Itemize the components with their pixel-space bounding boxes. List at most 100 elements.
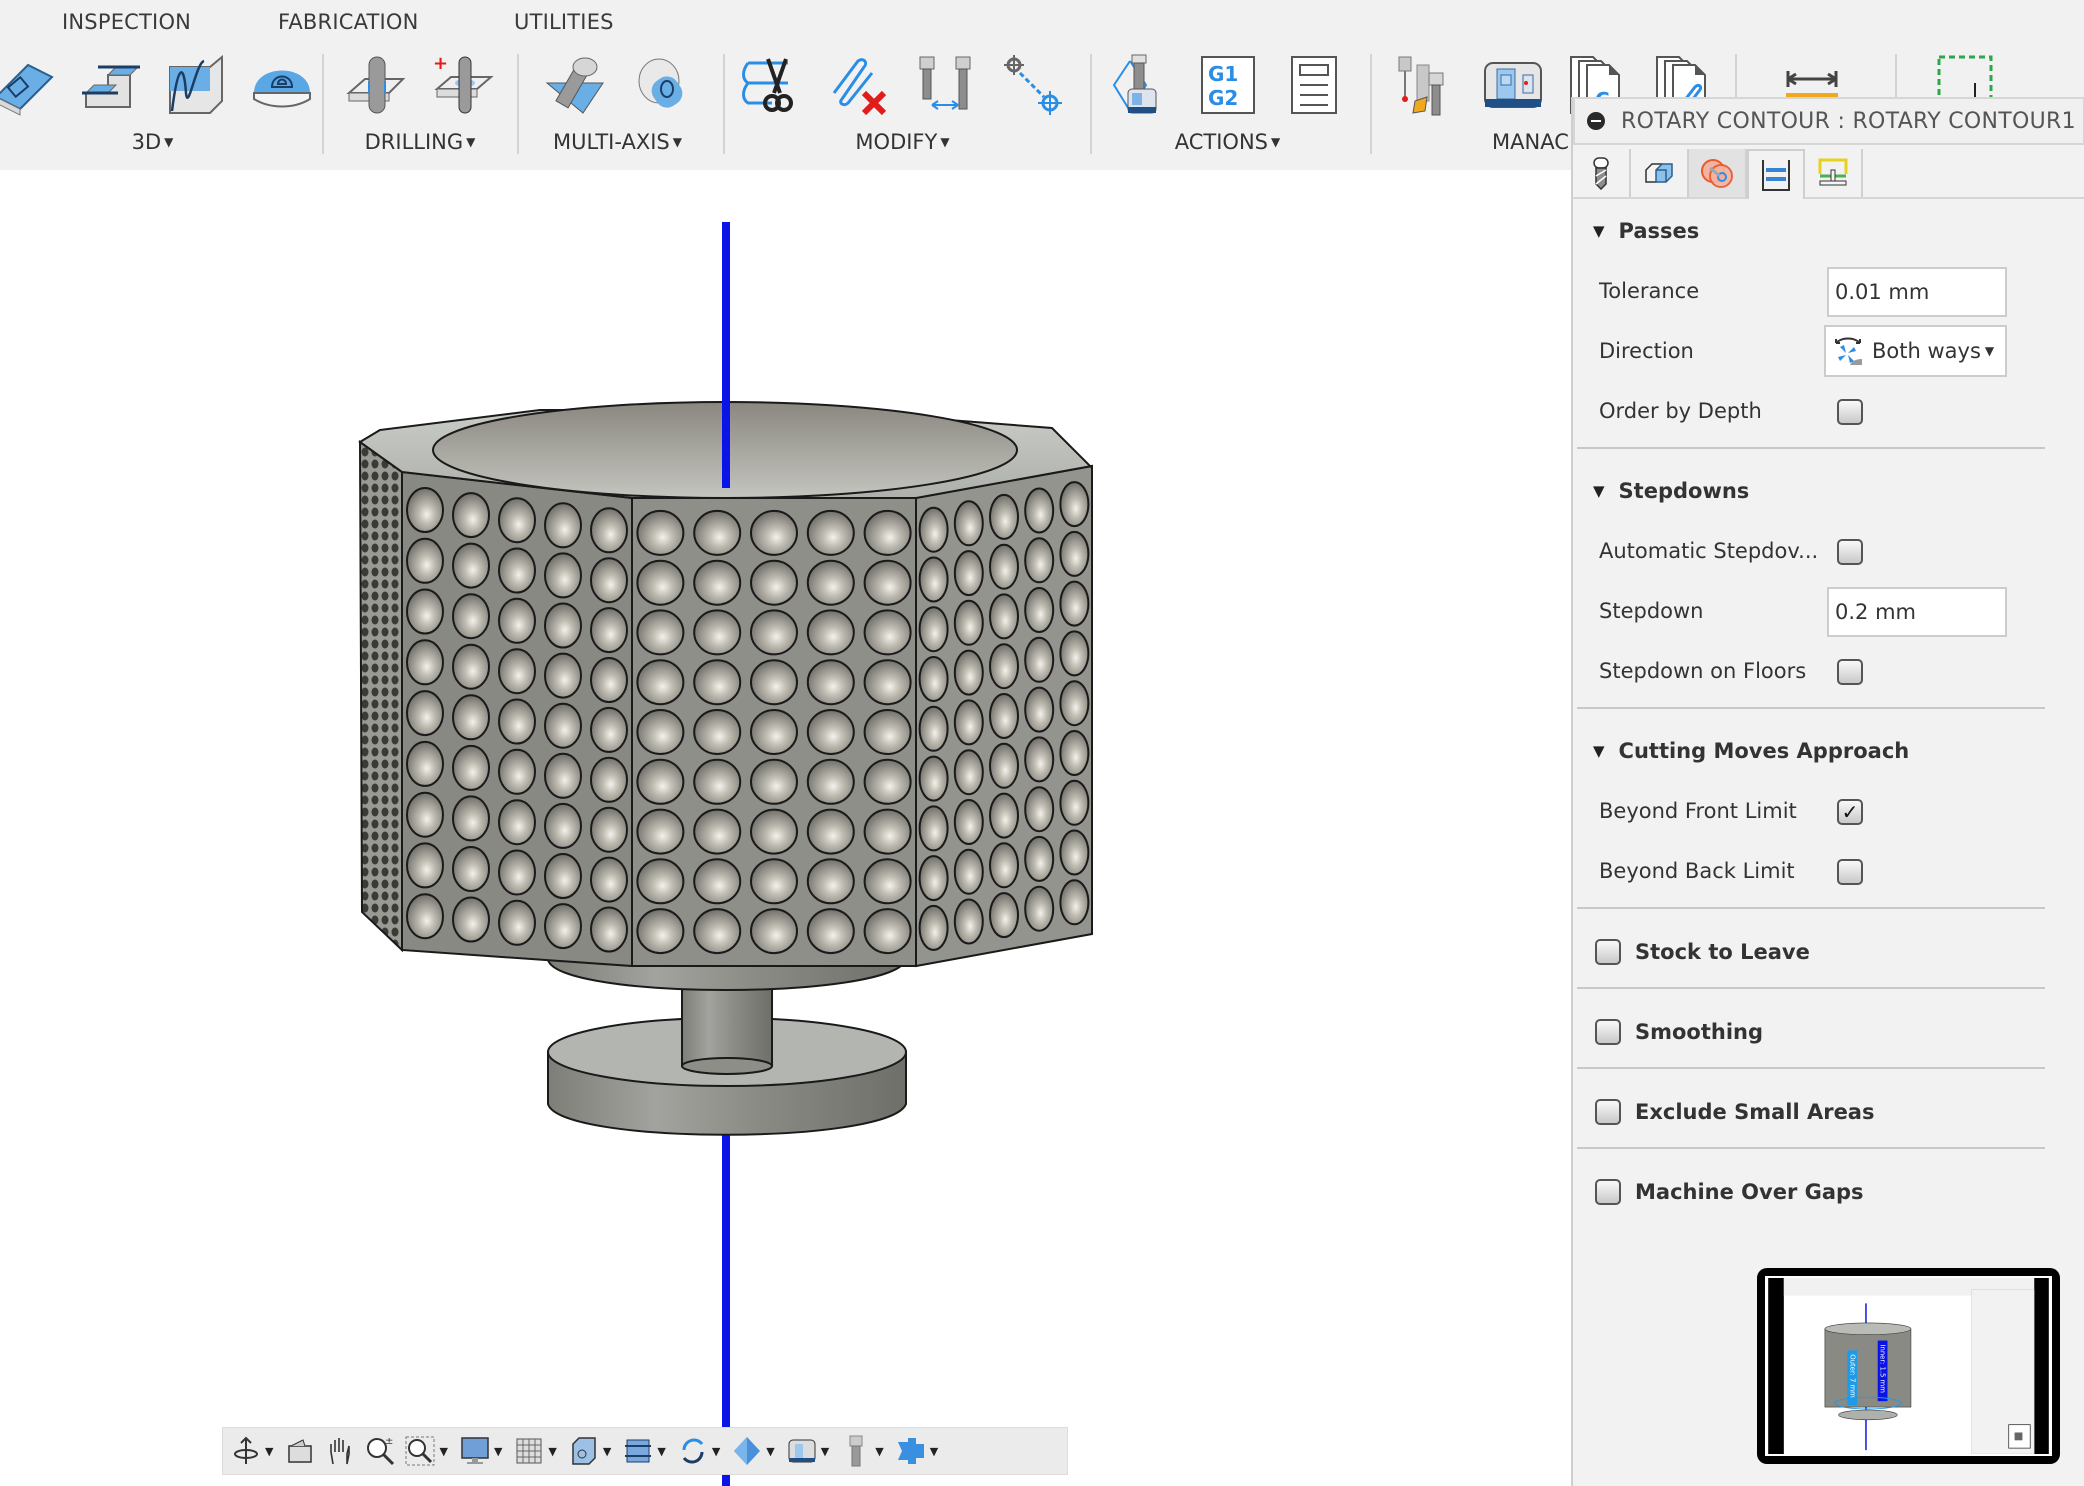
tab-tool[interactable] [1573,149,1631,197]
trim-toolpath-icon[interactable] [741,52,806,118]
chevron-down-icon[interactable]: ▼ [821,1445,829,1458]
smoothing-checkbox[interactable] [1595,1019,1621,1045]
nav-item-machine-display[interactable]: ▼ [785,1431,833,1471]
chevron-down-icon[interactable]: ▼ [930,1445,938,1458]
dimple [406,842,444,889]
nav-item-grid[interactable]: ▼ [512,1431,560,1471]
simulate-icon[interactable] [1110,52,1174,118]
dimple [989,842,1019,889]
multi-axis-contour-icon[interactable] [629,52,693,118]
setup-sheet-icon[interactable] [1282,52,1346,118]
stock-to-leave-checkbox[interactable] [1595,939,1621,965]
chevron-down-icon[interactable]: ▼ [439,1445,447,1458]
dimple [636,758,685,805]
chevron-down-icon[interactable]: ▼ [265,1445,273,1458]
chevron-down-icon[interactable]: ▼ [875,1445,883,1458]
post-process-icon[interactable]: G1 G2 [1196,52,1260,118]
dimple [806,509,855,556]
parallel-3d-icon[interactable] [164,52,228,118]
section-passes[interactable]: ▼ Passes [1593,219,1699,243]
nav-item-stock-display[interactable]: ▼ [730,1431,778,1471]
nav-item-tool-display[interactable]: ▼ [839,1431,887,1471]
tab-utilities[interactable]: UTILITIES [514,10,614,34]
dimple [544,802,582,849]
nav-item-orbit[interactable]: ▼ [229,1431,277,1471]
section-machine-over-gaps[interactable]: Machine Over Gaps [1595,1179,1864,1205]
chevron-down-icon[interactable]: ▼ [548,1445,556,1458]
automatic-stepdown-label: Automatic Stepdov... [1599,539,1819,563]
tab-radii[interactable] [1689,149,1747,197]
group-drilling-label[interactable]: DRILLING ▼ [330,130,510,154]
dimple [918,656,949,702]
chevron-down-icon[interactable]: ▼ [766,1445,774,1458]
stepdown-input[interactable] [1827,587,2007,637]
chevron-down-icon[interactable]: ▼ [603,1445,611,1458]
nav-item-display-settings[interactable]: ▼ [458,1431,506,1471]
machine-library-icon[interactable] [1481,52,1545,118]
dialog-header[interactable]: ROTARY CONTOUR : ROTARY CONTOUR1 [1573,97,2084,145]
beyond-front-limit-checkbox[interactable]: ✓ [1837,799,1863,825]
tool-library-icon[interactable] [1395,52,1459,118]
tool-compare-icon[interactable] [914,52,978,118]
tab-geometry[interactable] [1631,149,1689,197]
path-edit-icon[interactable] [1000,52,1064,118]
group-modify-label[interactable]: MODIFY ▼ [735,130,1070,154]
section-cutting-moves[interactable]: ▼ Cutting Moves Approach [1593,739,1909,763]
delete-toolpath-icon[interactable] [828,52,892,118]
group-actions-label[interactable]: ACTIONS ▼ [1100,130,1355,154]
nav-item-simulation-cycle[interactable]: ▼ [676,1431,724,1471]
order-by-depth-checkbox[interactable] [1837,399,1863,425]
machine-over-gaps-checkbox[interactable] [1595,1179,1621,1205]
collapse-icon[interactable] [1587,112,1605,130]
swarf-icon[interactable] [543,52,607,118]
dimple [406,487,444,533]
nav-item-look-at[interactable] [283,1431,317,1471]
screenshot-thumbnail[interactable]: Outer: 7 mm Inner: 1.5 mm [1757,1268,2060,1464]
dimple [498,648,536,695]
stock-display-icon [734,1437,761,1465]
group-multi-axis-label[interactable]: MULTI-AXIS ▼ [525,130,710,154]
automatic-stepdown-checkbox[interactable] [1837,539,1863,565]
order-by-depth-label: Order by Depth [1599,399,1762,423]
nav-item-zoom[interactable]: ± [363,1431,397,1471]
group-3d-label[interactable]: 3D ▼ [0,130,315,154]
nav-item-pan-hand[interactable] [323,1431,357,1471]
tab-inspection[interactable]: INSPECTION [62,10,191,34]
tab-linking[interactable] [1805,149,1863,197]
tab-fabrication[interactable]: FABRICATION [278,10,419,34]
chevron-down-icon[interactable]: ▼ [712,1445,720,1458]
exclude-small-areas-checkbox[interactable] [1595,1099,1621,1125]
dimple [1024,636,1055,683]
dimple [544,702,582,749]
section-stock-to-leave[interactable]: Stock to Leave [1595,939,1810,965]
dimple [1024,885,1055,932]
nav-item-fixture-display[interactable]: ▼ [894,1431,942,1471]
nav-item-viewports[interactable]: ▼ [567,1431,615,1471]
horizontal-3d-icon[interactable] [78,52,142,118]
chevron-down-icon[interactable]: ▼ [494,1445,502,1458]
dimple [918,855,949,902]
section-smoothing[interactable]: Smoothing [1595,1019,1763,1045]
section-stepdowns[interactable]: ▼ Stepdowns [1593,479,1749,503]
chevron-down-icon[interactable]: ▼ [657,1445,665,1458]
dimple [406,639,444,686]
beyond-back-limit-checkbox[interactable] [1837,859,1863,885]
stock-to-leave-label: Stock to Leave [1635,940,1810,964]
tolerance-input[interactable] [1827,267,2007,317]
dimple [953,500,984,547]
pocket-3d-icon[interactable] [0,52,56,118]
scallop-3d-icon[interactable] [250,52,314,118]
direction-dropdown[interactable]: Both ways ▼ [1824,325,2007,377]
dimple [693,808,742,855]
tab-passes[interactable] [1747,149,1805,199]
drill-icon[interactable] [345,52,409,118]
nav-item-toolpath-display[interactable]: ▼ [621,1431,669,1471]
stepdown-on-floors-checkbox[interactable] [1837,659,1863,685]
hole-recognition-icon[interactable]: + [431,52,495,118]
model-canvas[interactable] [0,170,1571,1486]
dimple [989,493,1019,540]
section-exclude-small-areas[interactable]: Exclude Small Areas [1595,1099,1874,1125]
nav-item-zoom-window[interactable]: ▼ [403,1431,451,1471]
thumb-inner-label: Inner: 1.5 mm [1879,1344,1887,1393]
graphics-viewport[interactable] [0,170,1571,1486]
